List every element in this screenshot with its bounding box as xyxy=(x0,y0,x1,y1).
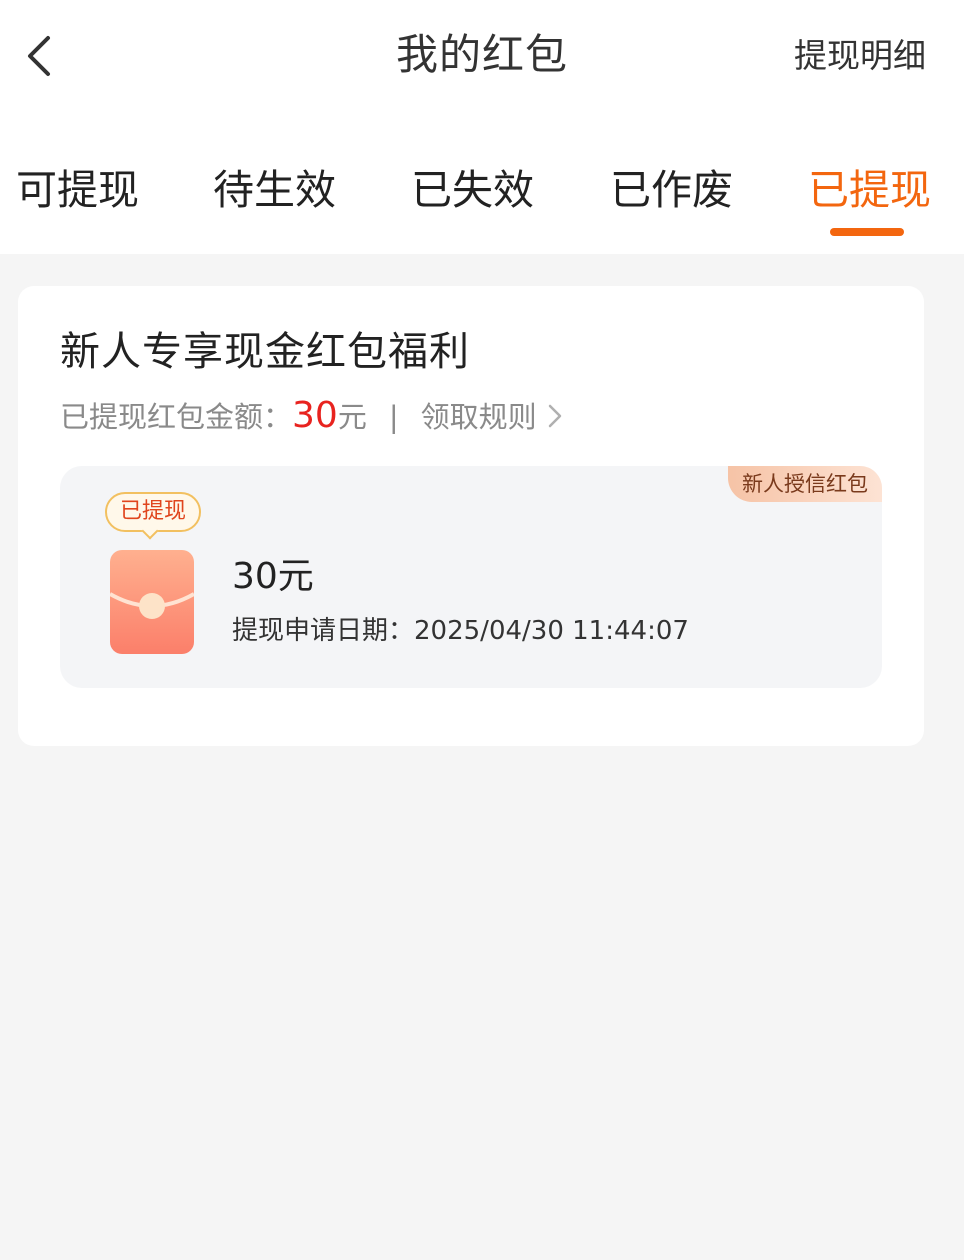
summary-amount: 30 xyxy=(292,395,338,436)
tab-pending[interactable]: 待生效 xyxy=(213,160,336,220)
withdrawal-details-link[interactable]: 提现明细 xyxy=(794,34,926,78)
date-label: 提现申请日期： xyxy=(232,616,415,646)
red-envelope-icon xyxy=(109,550,195,654)
tab-expired[interactable]: 已失效 xyxy=(411,160,534,220)
summary-unit: 元 xyxy=(337,400,367,434)
card-title: 新人专享现金红包福利 xyxy=(60,329,470,375)
active-tab-indicator xyxy=(830,228,904,236)
tab-withdrawable[interactable]: 可提现 xyxy=(16,160,139,220)
date-value: 2025/04/30 11:44:07 xyxy=(414,616,689,646)
withdrawn-summary: 已提现红包金额：30元 | 领取规则 xyxy=(60,394,563,438)
red-packet-item[interactable]: 新人授信红包 已提现 30元 提现申请日期：2025/04/30 11:44:0… xyxy=(60,466,882,688)
status-tabs: 可提现 待生效 已失效 已作废 已提现 xyxy=(0,160,964,254)
red-packet-card: 新人专享现金红包福利 已提现红包金额：30元 | 领取规则 新人授信红包 已提现 3… xyxy=(18,286,924,746)
tab-withdrawn[interactable]: 已提现 xyxy=(808,160,931,220)
summary-label: 已提现红包金额： xyxy=(60,400,293,434)
divider: | xyxy=(388,400,399,434)
withdrawal-date: 提现申请日期：2025/04/30 11:44:07 xyxy=(232,612,689,650)
tab-voided[interactable]: 已作废 xyxy=(610,160,733,220)
item-amount: 30元 xyxy=(232,556,314,597)
chevron-right-icon xyxy=(547,397,563,441)
top-header: 我的红包 提现明细 可提现 待生效 已失效 已作废 已提现 xyxy=(0,0,964,254)
rules-link-label: 领取规则 xyxy=(420,400,537,434)
new-user-credit-badge: 新人授信红包 xyxy=(728,466,882,502)
rules-link[interactable]: 领取规则 xyxy=(421,400,563,434)
